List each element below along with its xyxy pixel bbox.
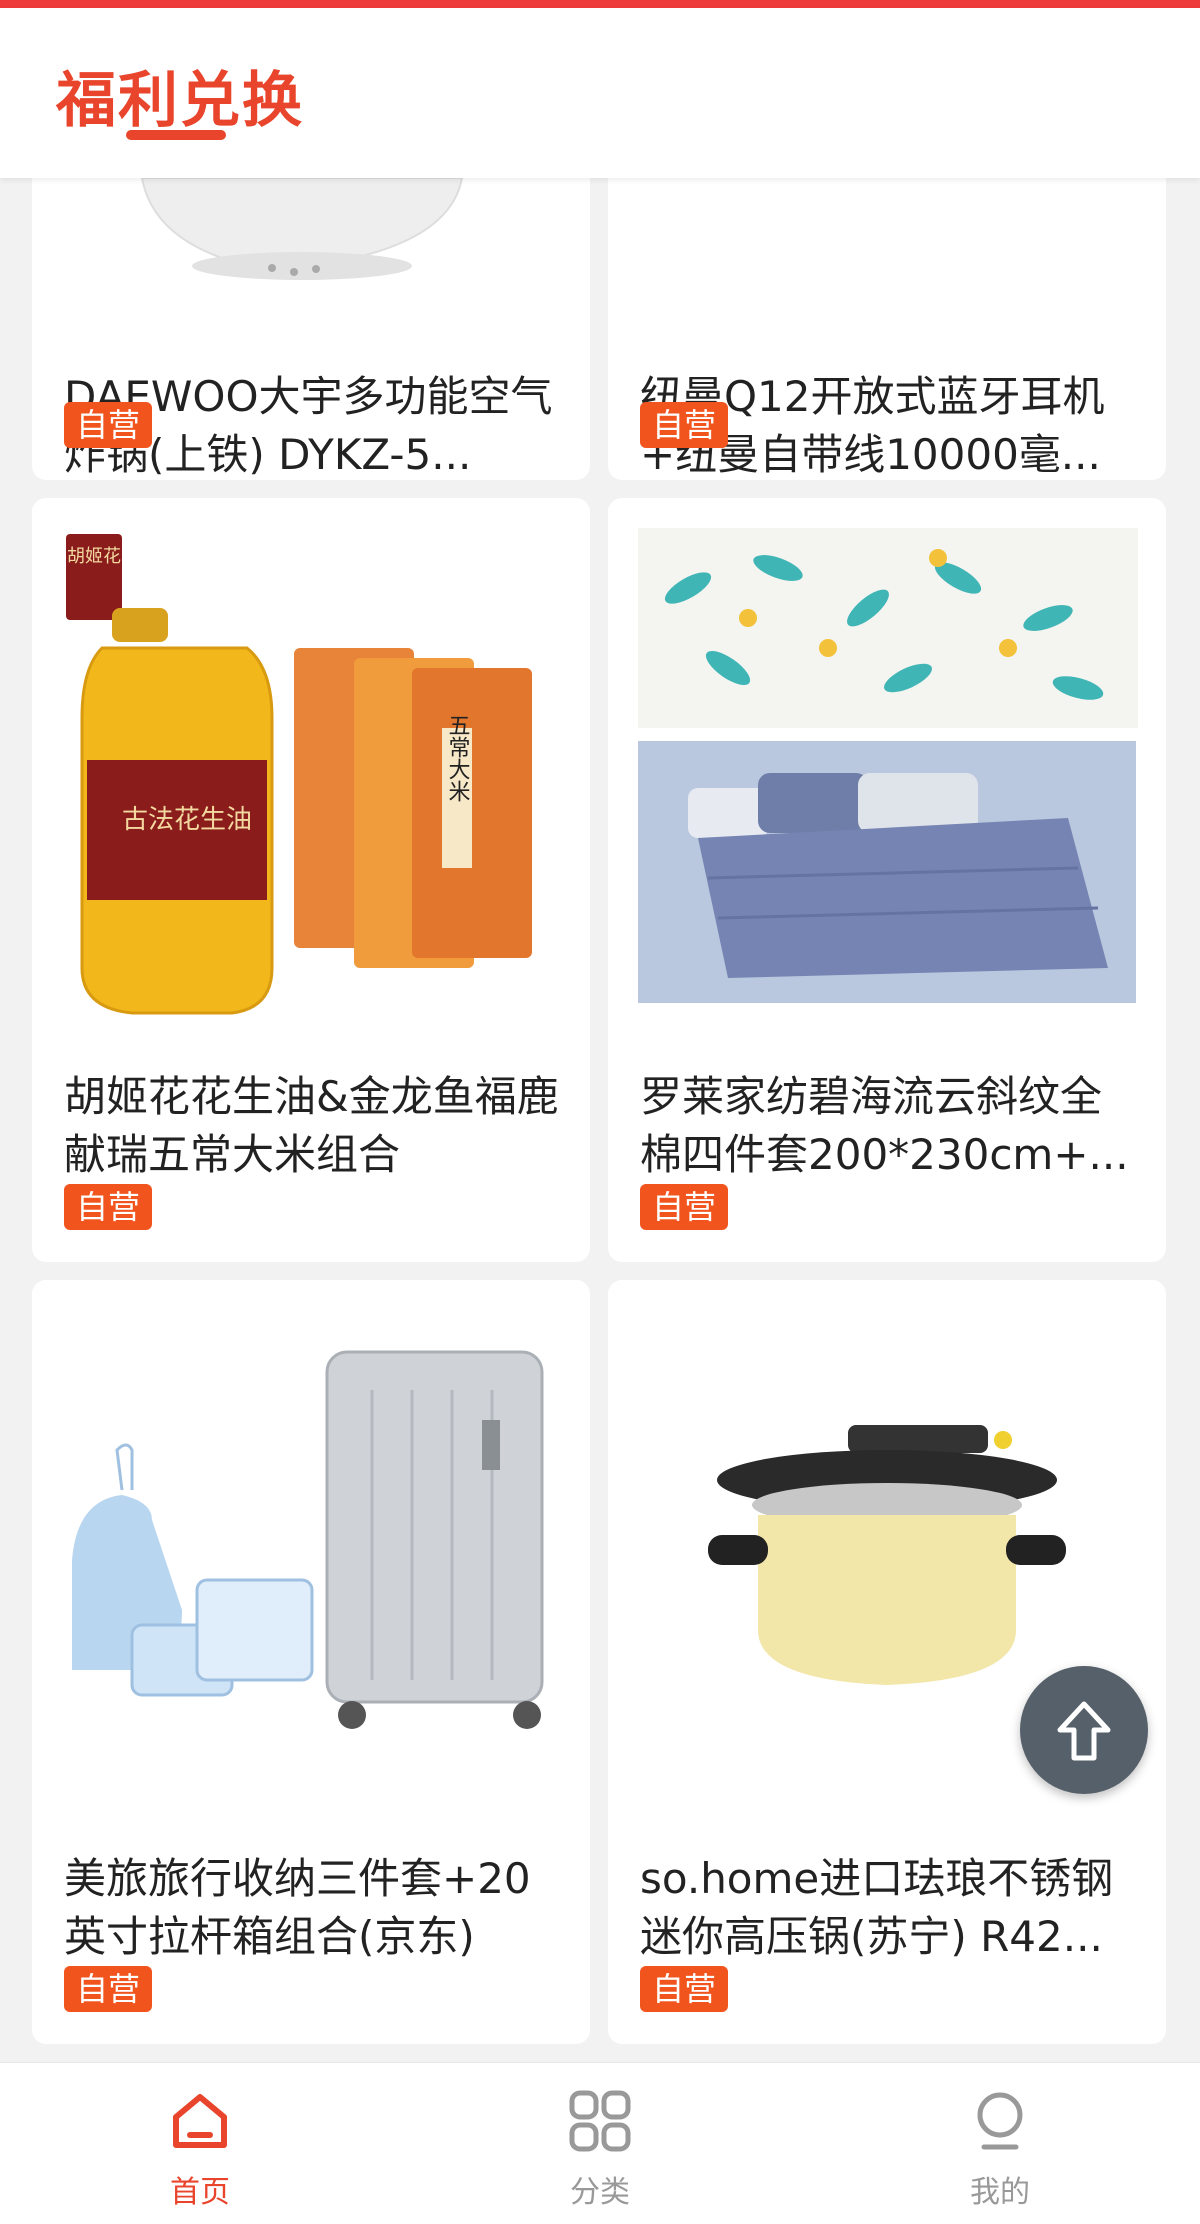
product-title: so.home进口珐琅不锈钢迷你高压锅(苏宁) R42... (640, 1854, 1114, 1961)
product-card[interactable]: 罗莱家纺碧海流云斜纹全棉四件套200*230cm+... 自营 (608, 498, 1166, 1262)
product-title: 胡姬花花生油&金龙鱼福鹿献瑞五常大米组合 (64, 1072, 559, 1179)
brand-logo-text: 胡姬花 (67, 546, 121, 567)
self-operated-badge: 自营 (64, 1184, 153, 1230)
page-header: 福利兑换 (0, 8, 1200, 178)
self-operated-badge: 自营 (640, 1184, 729, 1230)
home-icon (173, 2094, 227, 2148)
self-operated-badge: 自营 (64, 402, 153, 448)
title-underline (126, 130, 226, 140)
back-to-top-button[interactable] (1020, 1666, 1148, 1794)
back-to-top-icon (1057, 1701, 1111, 1761)
tab-profile[interactable]: 我的 (900, 2063, 1100, 2224)
product-image-luggage (32, 1280, 590, 1820)
product-image-air-fryer (32, 178, 590, 328)
status-strip (0, 0, 1200, 8)
self-operated-badge: 自营 (640, 402, 729, 448)
bottom-tab-bar: 首页 分类 我的 (0, 2062, 1200, 2224)
tab-label: 分类 (570, 2175, 630, 2210)
product-card[interactable]: so.home进口珐琅不锈钢迷你高压锅(苏宁) R42... 自营 (608, 1280, 1166, 2044)
tab-label: 我的 (970, 2175, 1030, 2210)
tab-home[interactable]: 首页 (100, 2063, 300, 2224)
product-title: 罗莱家纺碧海流云斜纹全棉四件套200*230cm+... (640, 1072, 1129, 1179)
self-operated-badge: 自营 (640, 1966, 729, 2012)
product-image-oil-rice: 胡姬花 古法花生油 五常大米 (32, 498, 590, 1038)
rice-bag-text: 五常大米 (445, 714, 471, 802)
product-card[interactable]: 胡姬花 古法花生油 五常大米 胡姬花花生油&金龙鱼福鹿献瑞五常大米组合 自营 (32, 498, 590, 1262)
page-title: 福利兑换 (56, 66, 304, 136)
product-image-earbuds (608, 178, 1166, 328)
grid-icon (569, 2090, 631, 2152)
bottle-label-text: 古法花生油 (122, 805, 252, 835)
tab-category[interactable]: 分类 (500, 2063, 700, 2224)
product-card[interactable]: 美旅旅行收纳三件套+20英寸拉杆箱组合(京东) 自营 (32, 1280, 590, 2044)
product-title: 美旅旅行收纳三件套+20英寸拉杆箱组合(京东) (64, 1854, 531, 1961)
self-operated-badge: 自营 (64, 1966, 153, 2012)
user-icon (977, 2092, 1023, 2150)
product-image-bedding (608, 498, 1166, 1038)
tab-label: 首页 (170, 2175, 230, 2210)
